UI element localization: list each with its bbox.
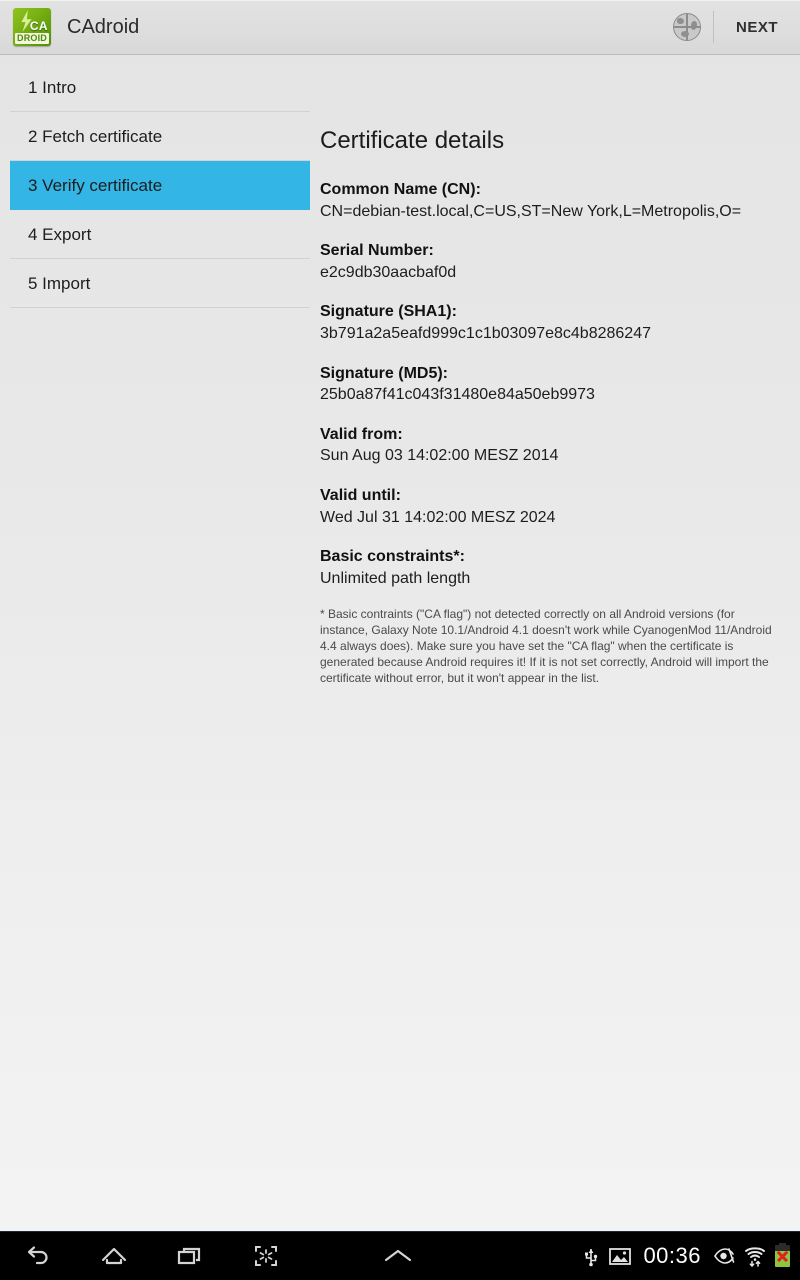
home-button[interactable] — [76, 1232, 152, 1280]
next-button[interactable]: NEXT — [714, 0, 800, 54]
field-valid-until: Valid until: Wed Jul 31 14:02:00 MESZ 20… — [320, 485, 800, 528]
certificate-details-panel: Certificate details Common Name (CN): CN… — [310, 55, 800, 1231]
field-serial-number: Serial Number: e2c9db30aacbaf0d — [320, 240, 800, 283]
recents-icon — [177, 1247, 201, 1265]
field-value: 25b0a87f41c043f31480e84a50eb9973 — [320, 386, 595, 404]
field-signature-md5: Signature (MD5): 25b0a87f41c043f31480e84… — [320, 363, 800, 406]
recents-button[interactable] — [152, 1232, 228, 1280]
back-button[interactable] — [0, 1232, 76, 1280]
image-icon — [609, 1247, 632, 1265]
field-label: Serial Number: — [320, 242, 434, 260]
globe-button[interactable] — [661, 0, 713, 54]
sidebar-item-label: 3 Verify certificate — [28, 175, 163, 195]
sidebar-item-verify-certificate[interactable]: 3 Verify certificate — [10, 161, 310, 210]
field-value: e2c9db30aacbaf0d — [320, 263, 457, 281]
page-title: Certificate details — [320, 127, 505, 154]
field-label: Signature (MD5): — [320, 364, 448, 382]
screenshot-icon — [255, 1246, 277, 1266]
sidebar-item-fetch-certificate[interactable]: 2 Fetch certificate — [10, 112, 310, 161]
sidebar-item-export[interactable]: 4 Export — [10, 210, 310, 259]
status-clock: 00:36 — [643, 1243, 701, 1268]
field-signature-sha1: Signature (SHA1): 3b791a2a5eafd999c1c1b0… — [320, 301, 800, 344]
field-label: Valid from: — [320, 425, 403, 443]
basic-constraints-footnote: * Basic contraints ("CA flag") not detec… — [320, 607, 772, 685]
sidebar-item-import[interactable]: 5 Import — [10, 259, 310, 308]
field-value: Wed Jul 31 14:02:00 MESZ 2024 — [320, 508, 556, 526]
back-icon — [27, 1246, 48, 1265]
sidebar-item-label: 1 Intro — [28, 77, 77, 97]
globe-icon — [672, 13, 701, 41]
sidebar-item-label: 2 Fetch certificate — [28, 126, 163, 146]
field-value: Sun Aug 03 14:02:00 MESZ 2014 — [320, 447, 559, 465]
field-value: Unlimited path length — [320, 569, 471, 587]
field-label: Valid until: — [320, 486, 401, 504]
screenshot-button[interactable] — [228, 1232, 304, 1280]
battery-error-icon — [775, 1243, 790, 1267]
app-logo-droid-text: DROID — [15, 33, 49, 44]
home-icon — [101, 1247, 127, 1265]
usb-icon — [585, 1249, 598, 1267]
field-basic-constraints: Basic constraints*: Unlimited path lengt… — [320, 546, 800, 589]
chevron-up-icon — [384, 1249, 412, 1262]
expand-button[interactable] — [360, 1232, 436, 1280]
app-title: CAdroid — [67, 15, 140, 38]
action-bar: CA DROID CAdroid NEXT — [0, 0, 800, 55]
action-bar-actions: NEXT — [661, 0, 800, 54]
sidebar-item-label: 5 Import — [28, 273, 91, 293]
sidebar-item-intro[interactable]: 1 Intro — [10, 63, 310, 112]
system-navigation-bar: 00:36 — [0, 1231, 800, 1280]
sidebar-nav: 1 Intro 2 Fetch certificate 3 Verify cer… — [0, 55, 310, 1231]
field-value: 3b791a2a5eafd999c1c1b03097e8c4b8286247 — [320, 324, 651, 342]
wifi-icon — [745, 1247, 765, 1267]
app-root: CA DROID CAdroid NEXT 1 Intro 2 Fetch ce… — [0, 0, 800, 1280]
field-label: Basic constraints*: — [320, 548, 465, 566]
field-valid-from: Valid from: Sun Aug 03 14:02:00 MESZ 201… — [320, 424, 800, 467]
sidebar-item-label: 4 Export — [28, 224, 92, 244]
field-common-name: Common Name (CN): CN=debian-test.local,C… — [320, 179, 800, 222]
app-logo-ca-text: CA — [29, 19, 48, 33]
eye-icon — [714, 1248, 735, 1264]
field-label: Signature (SHA1): — [320, 303, 457, 321]
content-area: 1 Intro 2 Fetch certificate 3 Verify cer… — [0, 55, 800, 1231]
field-label: Common Name (CN): — [320, 181, 481, 198]
app-logo-icon: CA DROID — [13, 8, 51, 46]
status-icons[interactable]: 00:36 — [582, 1243, 800, 1269]
field-value: CN=debian-test.local,C=US,ST=New York,L=… — [320, 202, 742, 220]
